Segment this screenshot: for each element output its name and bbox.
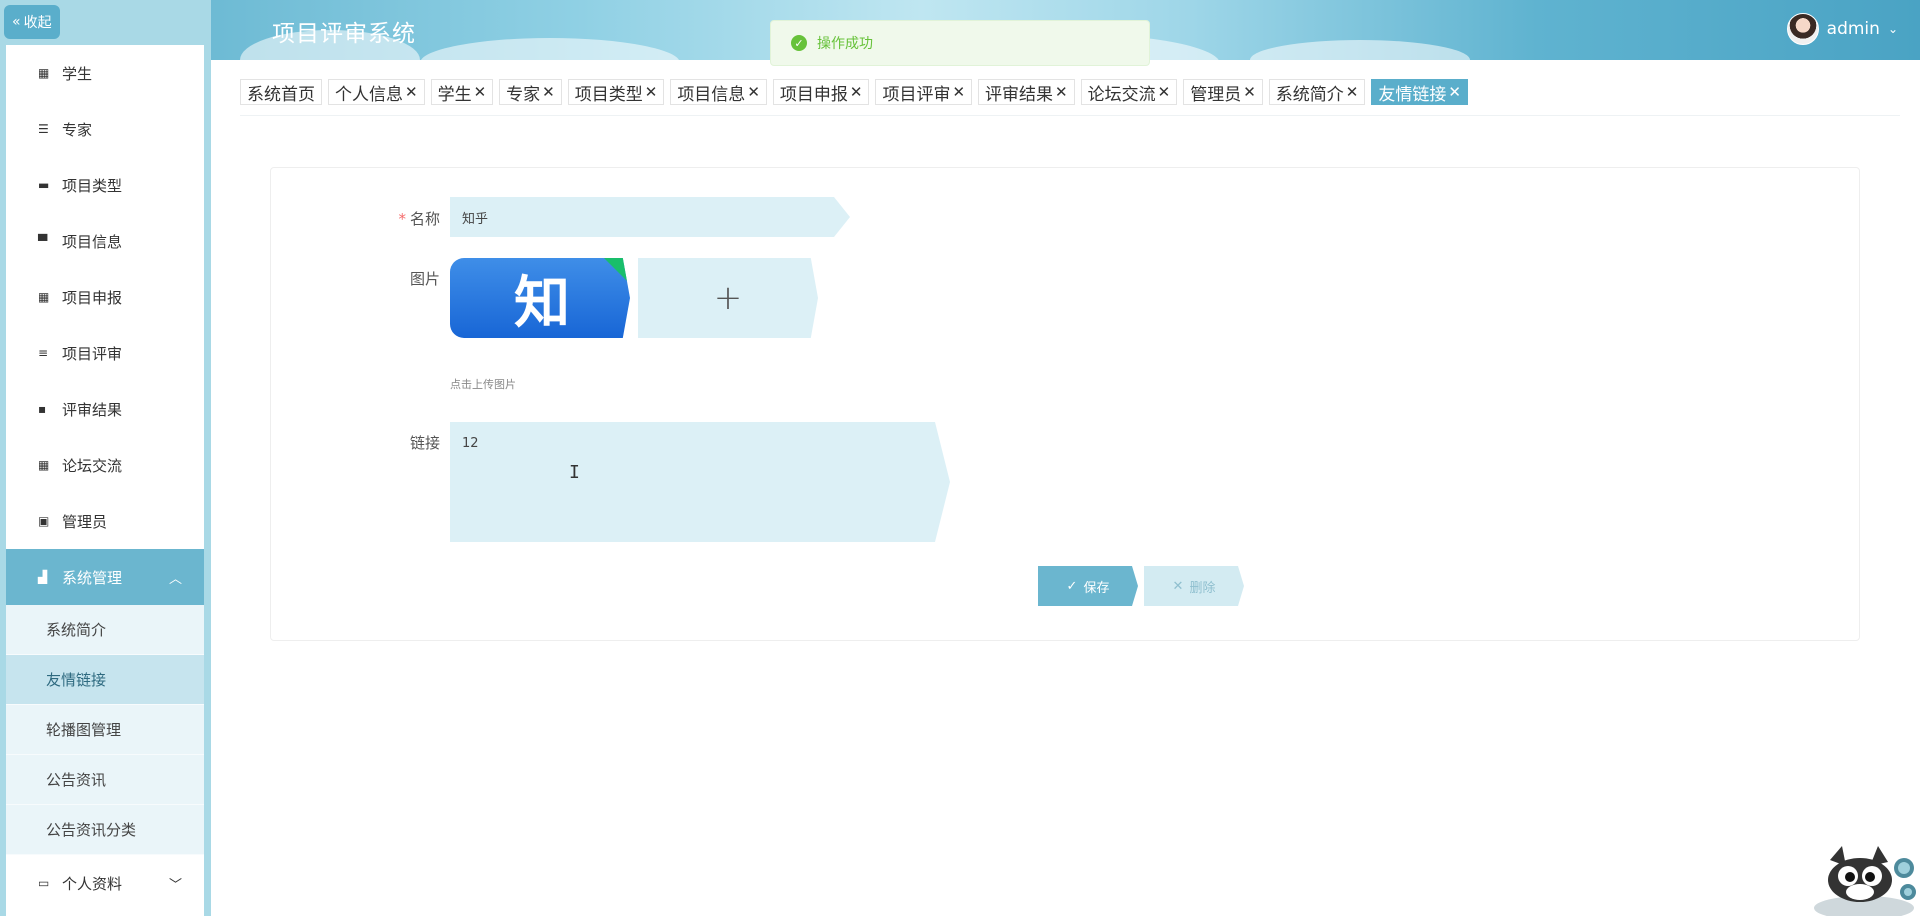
close-icon[interactable]: ✕ [850,83,863,101]
lines-icon: ≡ [38,346,49,360]
link-label: 链接 [409,434,440,452]
image-label: 图片 [409,270,440,288]
tab-personal-info[interactable]: 个人信息 ✕ [328,79,425,105]
tab-project-apply[interactable]: 项目申报 ✕ [772,79,870,105]
collapse-button[interactable]: « 收起 [4,5,60,39]
close-icon: ✕ [1172,578,1184,594]
link-textarea[interactable]: 12 [450,422,950,542]
sidebar-item-system-management[interactable]: ▟ 系统管理 ︿ [6,549,204,605]
sidebar-sub-item-news-category[interactable]: 公告资讯分类 [6,805,204,855]
user-menu[interactable]: admin ⌄ [1786,13,1898,45]
text-cursor-icon: I [569,462,580,483]
grid-icon: ▦ [38,66,50,80]
tab-system-intro[interactable]: 系统简介 ✕ [1268,79,1366,105]
sidebar-item-profile[interactable]: ▭ 个人资料 ﹀ [6,855,204,911]
success-toast: ✓ 操作成功 [770,20,1150,66]
delete-button[interactable]: ✕ 删除 [1144,566,1244,606]
close-icon[interactable]: ✕ [1448,83,1461,101]
tab-expert[interactable]: 专家 ✕ [499,79,562,105]
thumbs-up-icon: ▟ [38,570,48,584]
close-icon[interactable]: ✕ [1158,83,1171,101]
chevron-down-icon: ﹀ [168,877,182,893]
close-icon[interactable]: ✕ [474,83,487,101]
sidebar-item-project-type[interactable]: ▬ 项目类型 [6,157,204,213]
sidebar-item-expert[interactable]: ☰ 专家 [6,101,204,157]
sidebar-item-forum[interactable]: ▦ 论坛交流 [6,437,204,493]
plus-icon: + [713,278,743,318]
list-icon: ☰ [38,122,49,136]
tab-project-info[interactable]: 项目信息 ✕ [670,79,767,105]
tab-bar: 系统首页 个人信息 ✕ 学生 ✕ 专家 ✕ 项目类型 ✕ 项目信息 ✕ 项目申报 ✕ 项目评… [240,79,1468,107]
uploaded-image-thumbnail[interactable]: 知 [450,258,630,338]
sidebar-sub-item-news[interactable]: 公告资讯 [6,755,204,805]
tab-admin[interactable]: 管理员 ✕ [1183,79,1263,105]
sidebar-menu: ▦ 学生 ☰ 专家 ▬ 项目类型 ▀ 项目信息 ▦ 项目申报 ≡ 项目评审 ▪ … [6,45,204,916]
grid-icon: ▦ [38,290,50,304]
close-icon[interactable]: ✕ [1055,83,1068,101]
chat-icon: ▪ [38,402,47,416]
sidebar-sub-item-carousel[interactable]: 轮播图管理 [6,705,204,755]
sidebar-item-admin[interactable]: ▣ 管理员 [6,493,204,549]
upload-button[interactable]: + [638,258,818,338]
mascot-cat-image [1814,846,1916,916]
app-title: 项目评审系统 [272,21,416,47]
name-input[interactable]: 知乎 [450,197,850,237]
username[interactable]: admin [1827,19,1880,39]
tab-review-result[interactable]: 评审结果 ✕ [978,79,1075,105]
tab-project-review[interactable]: 项目评审 ✕ [875,79,973,105]
grid-icon: ▦ [38,458,50,472]
sidebar-item-project-review[interactable]: ≡ 项目评审 [6,325,204,381]
double-chevron-left-icon: « [12,14,21,30]
close-icon[interactable]: ✕ [952,83,965,101]
save-button[interactable]: ✓ 保存 [1038,566,1138,606]
id-card-icon: ▭ [38,876,50,890]
sidebar-item-review-result[interactable]: ▪ 评审结果 [6,381,204,437]
close-icon[interactable]: ✕ [542,83,555,101]
zhihu-logo: 知 [514,270,570,336]
required-mark: * [398,210,406,228]
avatar[interactable] [1786,13,1819,45]
briefcase-icon: ▬ [38,178,50,192]
clipboard-icon: ▣ [38,514,50,528]
check-icon: ✓ [1066,578,1078,594]
close-icon[interactable]: ✕ [1243,83,1256,101]
close-icon[interactable]: ✕ [405,83,418,101]
tab-divider [240,115,1900,116]
upload-tip: 点击上传图片 [450,378,516,391]
sidebar-item-project-info[interactable]: ▀ 项目信息 [6,213,204,269]
close-icon[interactable]: ✕ [645,83,658,101]
sidebar-sub-item-system-intro[interactable]: 系统简介 [6,605,204,655]
name-label: * 名称 [398,210,440,228]
monitor-icon: ▀ [38,234,48,248]
tab-forum[interactable]: 论坛交流 ✕ [1080,79,1178,105]
tab-student[interactable]: 学生 ✕ [430,79,494,105]
tab-project-type[interactable]: 项目类型 ✕ [567,79,665,105]
chevron-up-icon: ︿ [168,571,182,587]
close-icon[interactable]: ✕ [747,83,760,101]
check-circle-icon: ✓ [791,35,807,51]
sidebar-item-project-apply[interactable]: ▦ 项目申报 [6,269,204,325]
chevron-down-icon[interactable]: ⌄ [1888,22,1898,36]
sidebar-sub-item-friend-links[interactable]: 友情链接 [6,655,204,705]
tab-home[interactable]: 系统首页 [240,79,322,105]
sidebar: « 收起 ▦ 学生 ☰ 专家 ▬ 项目类型 ▀ 项目信息 ▦ 项目申报 ≡ 项目… [0,0,211,916]
close-icon[interactable]: ✕ [1346,83,1359,101]
sidebar-item-student[interactable]: ▦ 学生 [6,45,204,101]
tab-friend-links[interactable]: 友情链接 ✕ [1371,79,1468,105]
